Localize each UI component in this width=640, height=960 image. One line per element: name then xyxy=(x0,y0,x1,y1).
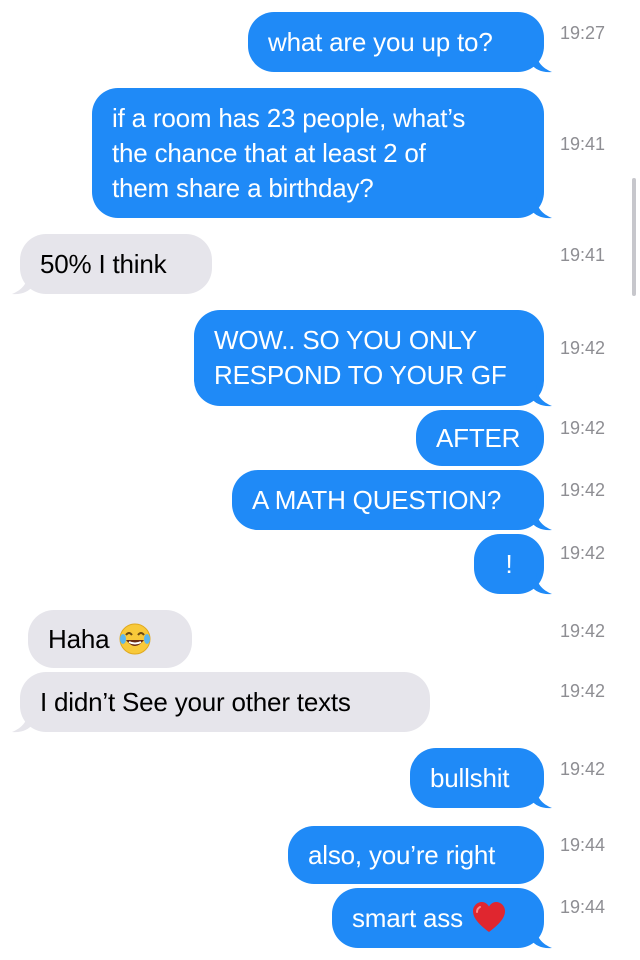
bubble-tail xyxy=(532,197,552,219)
message-bubble[interactable]: smart ass xyxy=(332,888,544,948)
bubble-tail xyxy=(532,51,552,73)
message-bubble[interactable]: A MATH QUESTION? xyxy=(232,470,544,530)
message-timestamp: 19:42 xyxy=(560,759,606,779)
bubble-tail xyxy=(532,509,552,531)
message-text: A MATH QUESTION? xyxy=(252,484,502,515)
message-thread[interactable]: what are you up to? 19:27 if a room has 23… xyxy=(0,0,640,960)
message-timestamp: 19:44 xyxy=(560,835,606,855)
message-bubble[interactable]: what are you up to? xyxy=(248,12,544,72)
message-timestamp: 19:42 xyxy=(560,543,606,563)
message-text: Haha xyxy=(48,623,110,654)
message-timestamp: 19:27 xyxy=(560,23,606,43)
bubble-tail xyxy=(532,787,552,809)
message-text: bullshit xyxy=(430,762,510,793)
message-text: if a room has 23 people, what’s the chan… xyxy=(112,102,466,203)
message-timestamp: 19:42 xyxy=(560,418,606,438)
message-text: 50% I think xyxy=(40,248,167,279)
message-timestamp: 19:42 xyxy=(560,480,606,500)
message-bubble[interactable]: AFTER xyxy=(416,410,544,466)
message-bubble[interactable]: bullshit xyxy=(410,748,544,808)
message-bubble[interactable]: Haha xyxy=(28,610,192,668)
scrollbar[interactable] xyxy=(632,178,636,296)
message-text: ! xyxy=(505,548,513,579)
red-heart-emoji xyxy=(472,902,505,932)
message-bubble[interactable]: 50% I think xyxy=(20,234,212,294)
message-bubble[interactable]: if a room has 23 people, what’s the chan… xyxy=(92,88,544,218)
message-bubble[interactable]: also, you’re right xyxy=(288,826,544,884)
message-bubble[interactable]: WOW.. SO YOU ONLY RESPOND TO YOUR GF xyxy=(194,310,544,406)
message-timestamp: 19:42 xyxy=(560,338,606,358)
bubble-tail xyxy=(12,273,32,295)
message-timestamp: 19:42 xyxy=(560,681,606,701)
message-text: smart ass xyxy=(352,902,463,933)
message-text: AFTER xyxy=(436,422,521,453)
message-text: what are you up to? xyxy=(268,26,493,57)
message-timestamp: 19:44 xyxy=(560,897,606,917)
bubble-tail xyxy=(532,573,552,595)
bubble-tail xyxy=(532,385,552,407)
message-text: also, you’re right xyxy=(308,839,496,870)
message-timestamp: 19:41 xyxy=(560,245,606,265)
bubble-tail xyxy=(532,927,552,949)
bubble-tail xyxy=(12,711,32,733)
message-timestamp: 19:41 xyxy=(560,134,606,154)
message-timestamp: 19:42 xyxy=(560,621,606,641)
message-text: WOW.. SO YOU ONLY RESPOND TO YOUR GF xyxy=(214,325,507,390)
message-bubble[interactable]: I didn’t See your other texts xyxy=(20,672,430,732)
tears-of-joy-emoji xyxy=(119,623,151,655)
message-text: I didn’t See your other texts xyxy=(40,686,351,717)
